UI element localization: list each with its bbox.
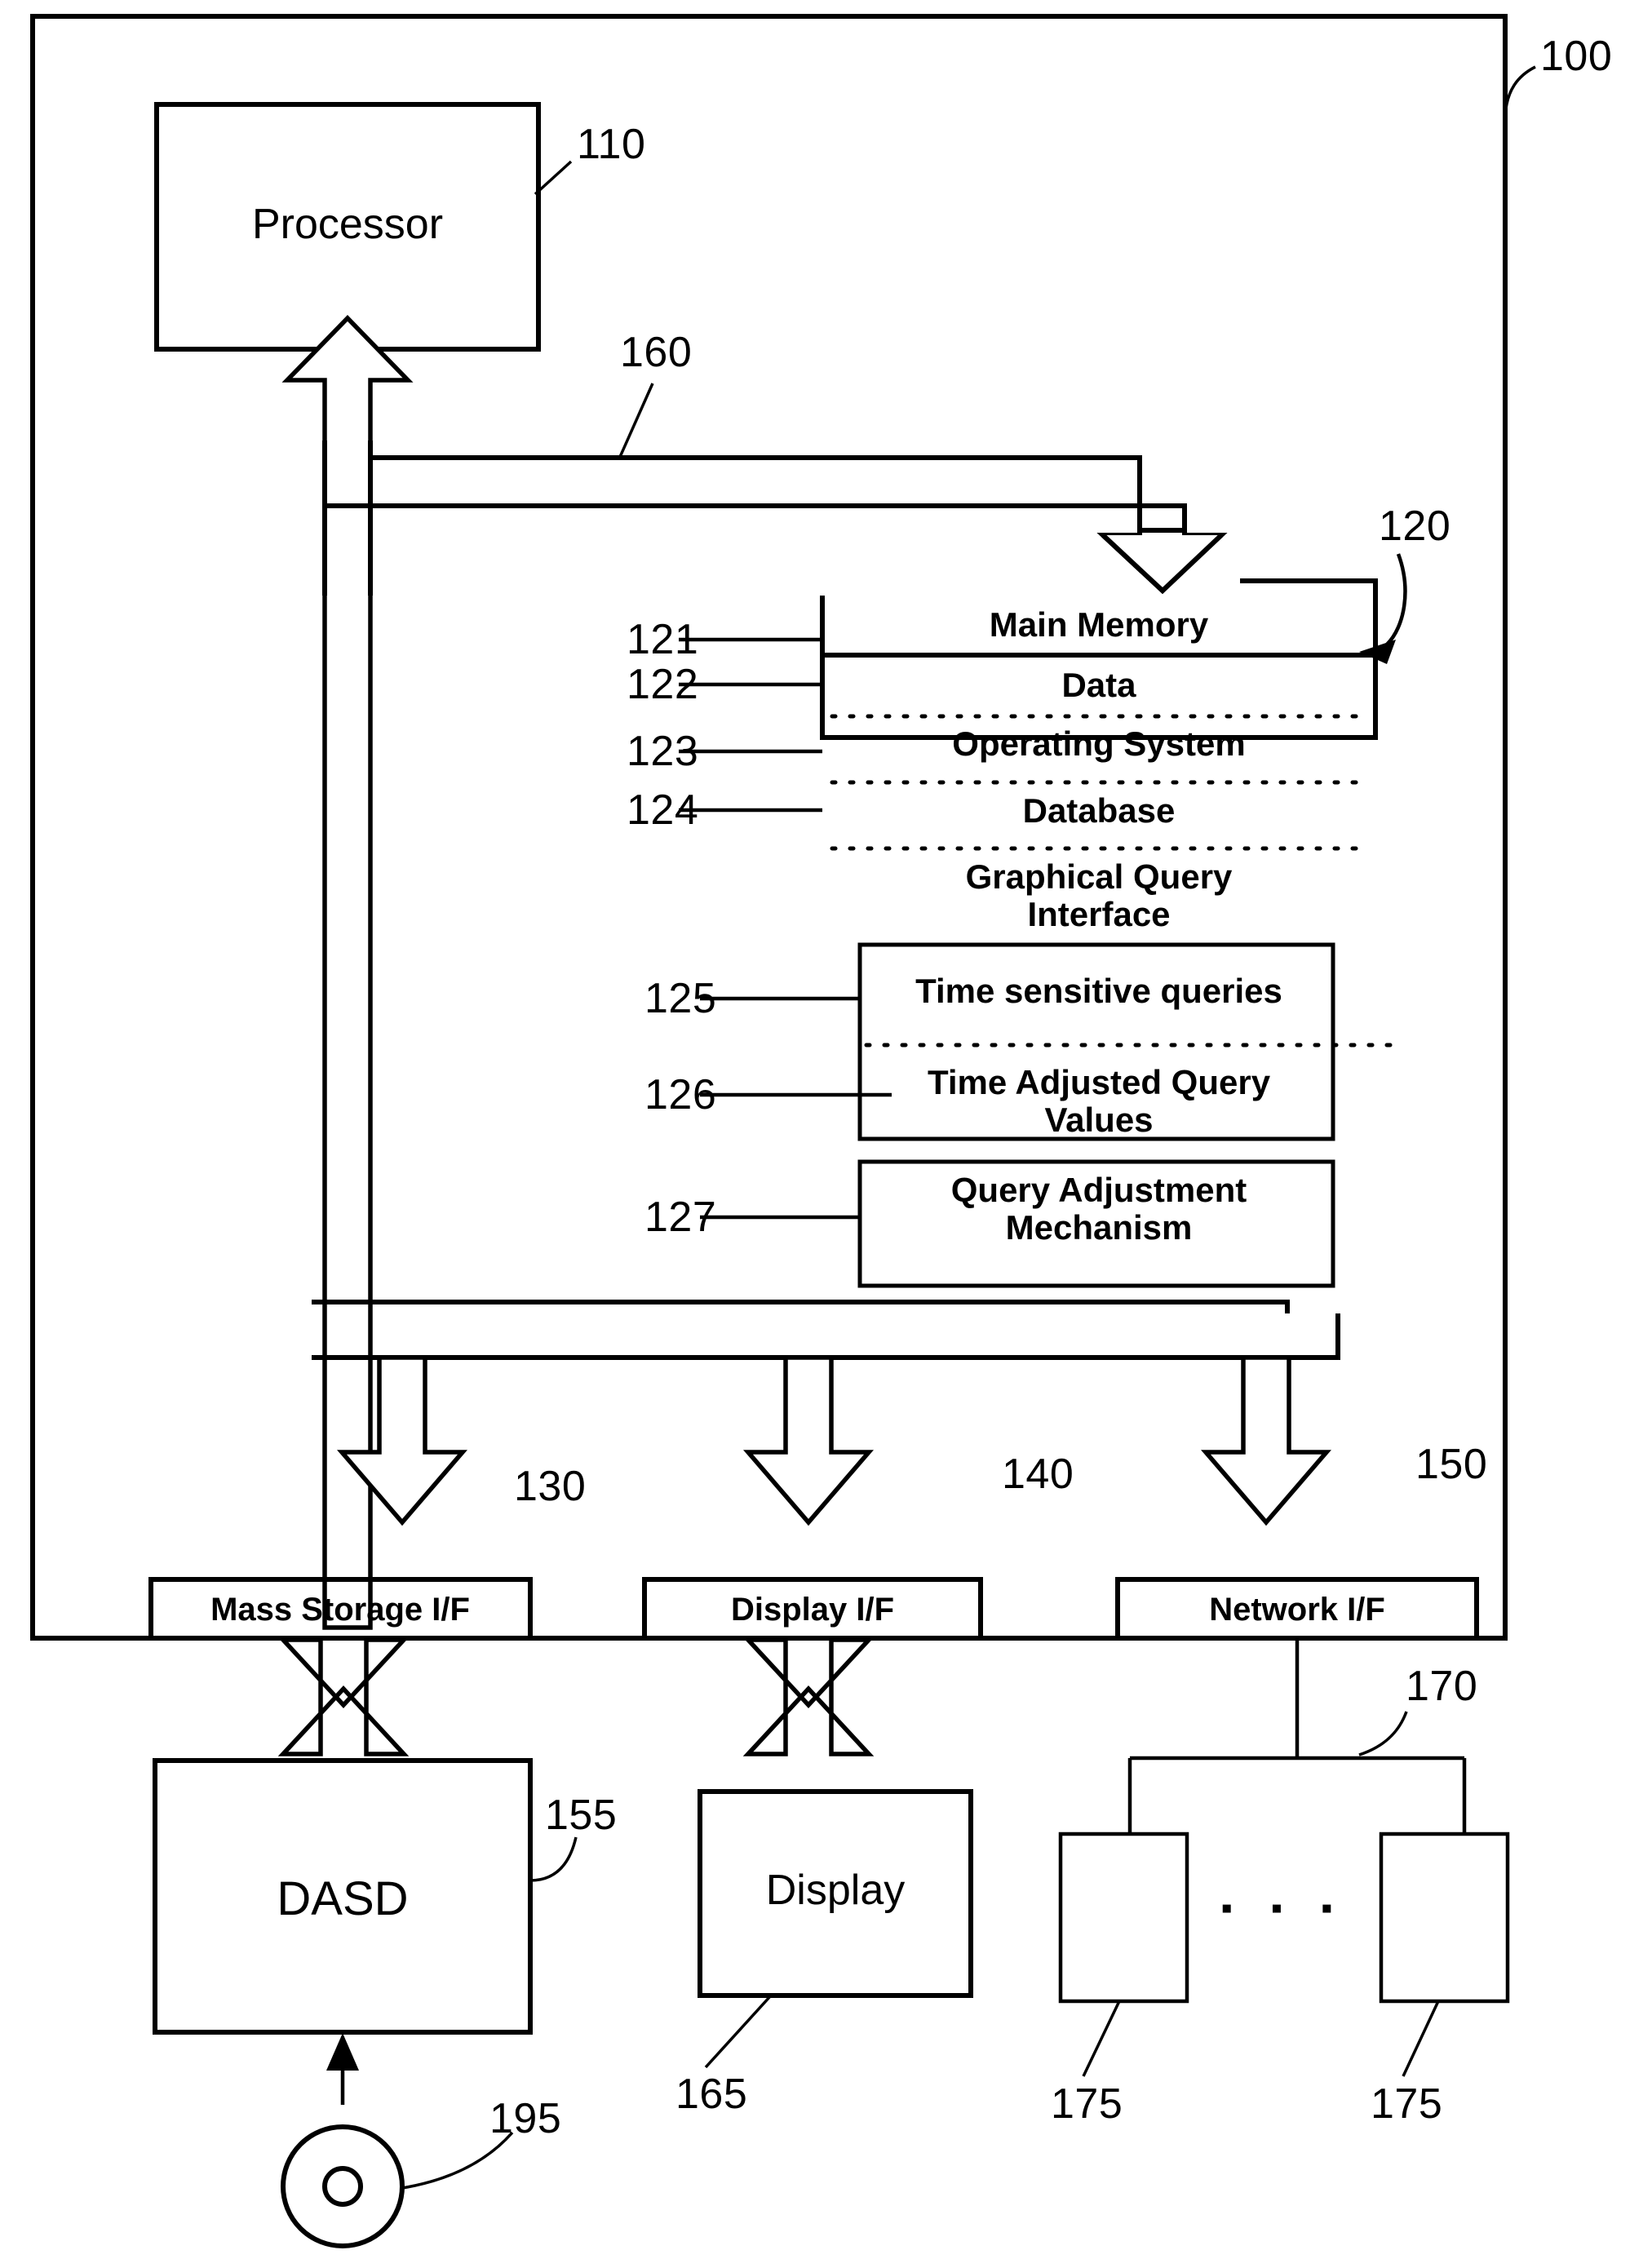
numeral-140: 140 <box>1002 1451 1074 1498</box>
numeral-110: 110 <box>577 121 646 168</box>
leader-175-right <box>1402 2000 1440 2077</box>
display-label: Display <box>765 1867 906 1914</box>
network-if-label: Network I/F <box>1209 1592 1385 1628</box>
removable-media-disc <box>281 2124 405 2248</box>
arrow-massstorage-dasd <box>277 1637 410 1756</box>
numeral-170: 170 <box>1406 1663 1478 1710</box>
numeral-130: 130 <box>514 1463 587 1510</box>
numeral-125: 125 <box>644 975 717 1022</box>
bus-arrow-network-if <box>1201 1355 1331 1526</box>
bus-rail-lower <box>312 1313 1340 1360</box>
network-bus <box>1127 1756 1467 1834</box>
media-arrow-head <box>326 2033 359 2071</box>
leader-175-left <box>1082 2000 1121 2077</box>
bus-rail-upper <box>312 1300 1290 1313</box>
nested-time-adjusted-line1: Time Adjusted Query <box>927 1063 1271 1101</box>
bus-arrow-to-memory <box>368 455 1231 584</box>
bus-arrow-display-if <box>743 1355 874 1526</box>
leader-155 <box>529 1836 578 1882</box>
memory-segment-graphical-query-line2: Interface <box>1027 895 1171 933</box>
numeral-127: 127 <box>644 1194 717 1241</box>
numeral-175-right: 175 <box>1371 2080 1443 2128</box>
main-memory-box <box>820 578 1378 740</box>
leader-100 <box>1504 65 1536 122</box>
nested-query-adjustment-line2: Mechanism <box>1005 1208 1193 1247</box>
processor-label: Processor <box>251 201 444 248</box>
figure-canvas: .s { fill:none; stroke:#000; stroke-widt… <box>0 0 1652 2259</box>
dasd-label: DASD <box>277 1872 409 1925</box>
network-node-left <box>1058 1832 1189 2004</box>
diagram-artwork: .s { fill:none; stroke:#000; stroke-widt… <box>30 14 1536 2248</box>
network-node-right <box>1379 1832 1510 2004</box>
numeral-124: 124 <box>627 786 699 834</box>
display-if-label: Display I/F <box>730 1592 895 1628</box>
numeral-195: 195 <box>489 2095 562 2142</box>
main-memory-title: Main Memory <box>989 605 1209 644</box>
nested-time-adjusted-line2: Values <box>1044 1101 1154 1139</box>
memory-segment-database: Database <box>1022 791 1176 830</box>
memory-segment-data: Data <box>1061 666 1136 704</box>
leader-120-arrow <box>1385 553 1407 646</box>
numeral-165: 165 <box>675 2071 748 2118</box>
arrow-displayif-display <box>742 1637 875 1756</box>
leader-170 <box>1358 1711 1408 1756</box>
nested-time-sensitive-queries: Time sensitive queries <box>915 972 1282 1010</box>
numeral-100: 100 <box>1540 33 1613 80</box>
numeral-123: 123 <box>627 728 699 775</box>
mass-storage-if-label: Mass Storage I/F <box>210 1592 470 1628</box>
numeral-155: 155 <box>545 1792 618 1839</box>
memory-segment-graphical-query-line1: Graphical Query <box>965 857 1233 896</box>
nested-query-adjustment-line1: Query Adjustment <box>950 1171 1247 1209</box>
numeral-175-left: 175 <box>1051 2080 1123 2128</box>
numeral-122: 122 <box>627 661 699 708</box>
numeral-120: 120 <box>1379 503 1451 550</box>
memory-segment-operating-system: Operating System <box>952 724 1246 763</box>
numeral-126: 126 <box>644 1071 717 1118</box>
numeral-121: 121 <box>627 616 699 663</box>
numeral-150: 150 <box>1415 1441 1488 1488</box>
numeral-160: 160 <box>620 329 693 376</box>
removable-media-hole <box>322 2166 363 2207</box>
network-nodes-ellipsis: ▪ ▪ ▪ <box>1220 1890 1348 1926</box>
leader-165 <box>704 1994 773 2069</box>
